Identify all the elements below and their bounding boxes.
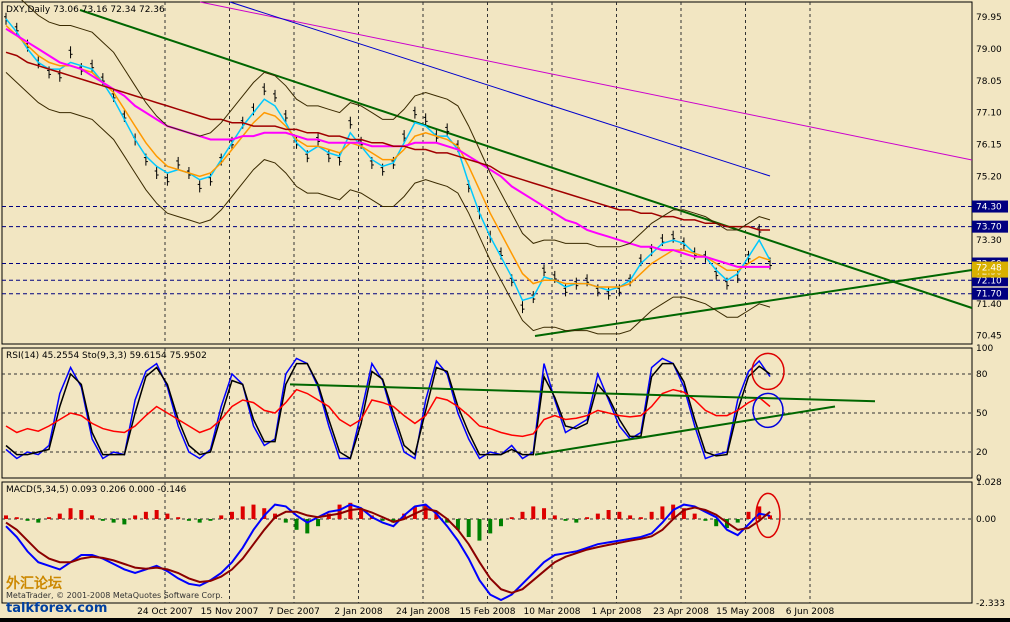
- y-tick-label: 76.15: [976, 141, 1002, 151]
- macd-histogram-bar: [197, 519, 202, 523]
- watermark-chinese: 外汇论坛: [6, 575, 62, 592]
- macd-histogram-bar: [660, 506, 665, 520]
- x-tick-label: 15 Feb 2008: [459, 607, 515, 617]
- macd-histogram-bar: [154, 510, 159, 520]
- price-label: 73.70: [976, 223, 1002, 233]
- price-label: 71.70: [976, 290, 1002, 300]
- macd-histogram-bar: [628, 515, 633, 520]
- macd-histogram-bar: [208, 519, 213, 521]
- watermark-primary: talkforex.com: [6, 601, 107, 616]
- macd-histogram-bar: [735, 519, 740, 523]
- macd-histogram-bar: [283, 519, 288, 523]
- macd-histogram-bar: [36, 519, 41, 523]
- macd-histogram-bar: [498, 519, 503, 527]
- macd-histogram-bar: [531, 506, 536, 520]
- macd-histogram-bar: [316, 519, 321, 527]
- macd-histogram-bar: [143, 511, 148, 520]
- y-tick-label: 79.95: [976, 13, 1002, 23]
- y-tick-label: 75.20: [976, 172, 1002, 182]
- macd-histogram-bar: [68, 508, 73, 520]
- macd-histogram-bar: [509, 517, 514, 520]
- chart-svg[interactable]: 79.95 79.00 78.05 77.10 76.15 75.20 74.30 73.30…: [0, 0, 1010, 618]
- x-tick-label: 23 Apr 2008: [653, 607, 709, 617]
- macd-histogram-bar: [100, 519, 105, 521]
- macd-histogram-bar: [251, 504, 256, 520]
- macd-histogram-bar: [165, 513, 170, 520]
- x-tick-label: 15 Nov 2007: [201, 607, 259, 617]
- price-label: 72.10: [976, 276, 1002, 286]
- macd-histogram-bar: [229, 511, 234, 520]
- x-tick-label: 6 Jun 2008: [786, 607, 835, 617]
- macd-histogram-bar: [240, 506, 245, 520]
- x-tick-label: 15 May 2008: [716, 607, 775, 617]
- price-label: 72.48: [976, 264, 1002, 274]
- macd-histogram-bar: [380, 519, 385, 521]
- macd-histogram-bar: [520, 511, 525, 520]
- macd-histogram-bar: [90, 515, 95, 520]
- macd-histogram-bar: [79, 510, 84, 520]
- y-tick-label: 70.45: [976, 332, 1002, 342]
- plot-background: [0, 0, 1010, 618]
- x-tick-label: 24 Oct 2007: [137, 607, 193, 617]
- macd-histogram-bar: [606, 510, 611, 520]
- y-tick-label: 77.10: [976, 109, 1002, 119]
- macd-histogram-bar: [186, 519, 191, 521]
- macd-histogram-bar: [542, 508, 547, 520]
- macd-header: MACD(5,34,5) 0.093 0.206 0.000 -0.146: [6, 485, 187, 495]
- macd-histogram-bar: [746, 511, 751, 520]
- macd-histogram-bar: [337, 504, 342, 520]
- macd-histogram-bar: [122, 519, 127, 525]
- macd-histogram-bar: [294, 519, 299, 530]
- macd-histogram-bar: [552, 515, 557, 520]
- macd-histogram-bar: [692, 513, 697, 520]
- macd-histogram-bar: [649, 511, 654, 520]
- rsi-y-tick: 20: [976, 448, 988, 458]
- macd-y-tick: -2.333: [976, 599, 1005, 609]
- macd-y-tick: 1.028: [976, 478, 1002, 488]
- macd-y-tick: 0.00: [976, 515, 996, 525]
- macd-histogram-bar: [488, 519, 493, 534]
- x-tick-label: 10 Mar 2008: [523, 607, 580, 617]
- macd-histogram-bar: [585, 517, 590, 520]
- macd-histogram-bar: [466, 519, 471, 538]
- price-label: 74.30: [976, 203, 1002, 213]
- x-tick-label: 24 Jan 2008: [396, 607, 450, 617]
- macd-histogram-bar: [14, 517, 19, 520]
- chart-root: 79.95 79.00 78.05 77.10 76.15 75.20 74.30 73.30…: [0, 0, 1010, 618]
- macd-histogram-bar: [4, 515, 8, 520]
- y-tick-label: 71.40: [976, 300, 1002, 310]
- macd-histogram-bar: [133, 515, 138, 520]
- y-tick-label: 73.30: [976, 236, 1002, 246]
- rsi-y-tick: 80: [976, 370, 988, 380]
- macd-histogram-bar: [47, 517, 52, 520]
- y-tick-label: 79.00: [976, 45, 1002, 55]
- macd-histogram-bar: [219, 515, 224, 520]
- macd-histogram-bar: [638, 517, 643, 520]
- rsi-y-tick: 100: [976, 344, 993, 354]
- macd-histogram-bar: [25, 519, 30, 521]
- watermark-copyright: MetaTrader, © 2001-2008 MetaQuotes Softw…: [6, 591, 223, 600]
- macd-histogram-bar: [703, 519, 708, 521]
- macd-histogram-bar: [477, 519, 482, 541]
- macd-histogram-bar: [176, 517, 181, 520]
- macd-histogram-bar: [574, 519, 579, 523]
- macd-histogram-bar: [57, 513, 62, 520]
- rsi-y-tick: 50: [976, 409, 988, 419]
- macd-histogram-bar: [595, 513, 600, 520]
- macd-histogram-bar: [111, 519, 116, 523]
- macd-histogram-bar: [563, 519, 568, 521]
- macd-histogram-bar: [617, 511, 622, 520]
- rsi-header: RSI(14) 45.2554 Sto(9,3,3) 59.6154 75.95…: [6, 351, 207, 361]
- x-tick-label: 1 Apr 2008: [592, 607, 642, 617]
- main-header: DXY,Daily 73.06 73.16 72.34 72.36: [6, 5, 165, 15]
- x-tick-label: 7 Dec 2007: [268, 607, 320, 617]
- y-tick-label: 78.05: [976, 77, 1002, 87]
- x-tick-label: 2 Jan 2008: [334, 607, 382, 617]
